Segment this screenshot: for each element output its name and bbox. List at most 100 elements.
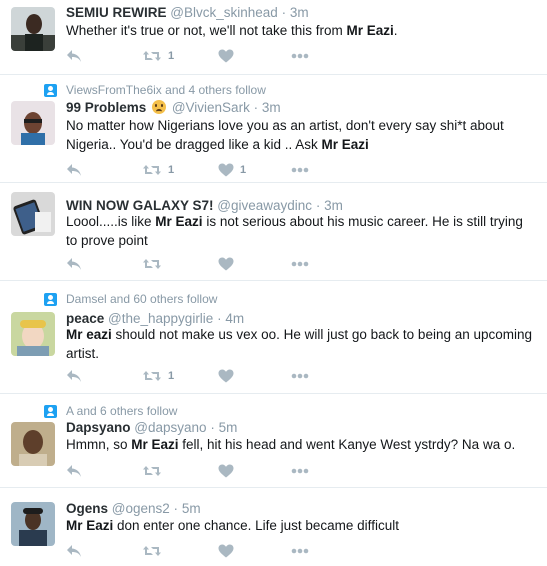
display-name[interactable]: Ogens <box>66 501 108 516</box>
separator-dot: · <box>315 198 321 213</box>
like-button[interactable] <box>218 368 240 384</box>
tweet-1[interactable]: SEMIU REWIRE @Blvck_skinhead · 3m Whethe… <box>0 0 547 75</box>
like-button[interactable] <box>218 48 240 64</box>
tweet-header: 99 Problems @VivienSark · 3m <box>66 100 281 115</box>
timestamp[interactable]: 5m <box>182 501 201 516</box>
tweet-2[interactable]: ViewsFromThe6ix and 4 others follow 99 P… <box>0 76 547 183</box>
tweet-6[interactable]: Ogens @ogens2 · 5m Mr Eazi don enter one… <box>0 489 547 566</box>
timestamp[interactable]: 3m <box>262 100 281 115</box>
display-name[interactable]: 99 Problems <box>66 100 146 115</box>
user-handle[interactable]: @Blvck_skinhead <box>170 5 278 20</box>
tweet-text-run: No matter how Nigerians love you as an a… <box>66 118 504 152</box>
separator-dot: · <box>173 501 179 516</box>
follow-context-text[interactable]: A and 6 others follow <box>66 404 177 418</box>
more-icon <box>291 167 309 173</box>
avatar[interactable] <box>11 312 55 356</box>
retweet-button[interactable] <box>142 256 168 272</box>
retweet-button[interactable]: 1 <box>142 162 174 178</box>
follow-context: Damsel and 60 others follow <box>44 292 217 306</box>
more-button[interactable] <box>291 463 309 479</box>
more-button[interactable] <box>291 48 309 64</box>
tweet-text-run: . <box>393 23 398 38</box>
more-icon <box>291 261 309 267</box>
user-handle[interactable]: @VivienSark <box>172 100 250 115</box>
tweet-header: SEMIU REWIRE @Blvck_skinhead · 3m <box>66 5 309 20</box>
tweet-text-run: Whether it's true or not, we'll not take… <box>66 23 347 38</box>
retweet-icon <box>142 369 162 383</box>
tweet-text-run: Hmmn, so <box>66 437 132 452</box>
separator-dot: · <box>210 420 215 435</box>
avatar[interactable] <box>11 422 55 466</box>
tweet-text: Mr Eazi don enter one chance. Life just … <box>66 516 536 535</box>
timestamp[interactable]: 4m <box>225 311 244 326</box>
avatar[interactable] <box>11 192 55 236</box>
tweet-3[interactable]: WIN NOW GALAXY S7! @giveawaydinc · 3m Lo… <box>0 184 547 281</box>
display-name[interactable]: peace <box>66 311 104 326</box>
tweet-text: Hmmn, so Mr Eazi fell, hit his head and … <box>66 435 536 454</box>
tweet-text-run: should not make us vex oo. He will just … <box>66 327 533 361</box>
retweet-icon <box>142 49 162 63</box>
more-button[interactable] <box>291 543 309 559</box>
more-button[interactable] <box>291 368 309 384</box>
highlighted-term: Mr Eazi <box>155 214 203 229</box>
retweet-count: 1 <box>168 164 175 176</box>
heart-icon <box>218 163 234 177</box>
highlighted-term: Mr Eazi <box>131 437 179 452</box>
like-button[interactable] <box>218 463 240 479</box>
follow-icon <box>44 83 57 97</box>
tweet-text-run: fell, hit his head and went Kanye West y… <box>178 437 516 452</box>
avatar[interactable] <box>11 502 55 546</box>
more-icon <box>291 548 309 554</box>
tweet-text-run: don enter one chance. Life just became d… <box>113 518 399 533</box>
display-name[interactable]: WIN NOW GALAXY S7! <box>66 198 214 213</box>
reply-button[interactable] <box>66 256 82 272</box>
like-button[interactable] <box>218 256 240 272</box>
avatar[interactable] <box>11 7 55 51</box>
heart-icon <box>218 544 234 558</box>
display-name[interactable]: Dapsyano <box>66 420 131 435</box>
tweet-text: Loool.....is like Mr Eazi is not serious… <box>66 212 536 250</box>
user-handle[interactable]: @the_happygirlie <box>108 311 213 326</box>
follow-context-text[interactable]: ViewsFromThe6ix and 4 others follow <box>66 83 266 97</box>
reply-icon <box>66 544 82 558</box>
follow-context-text[interactable]: Damsel and 60 others follow <box>66 292 217 306</box>
display-name[interactable]: SEMIU REWIRE <box>66 5 167 20</box>
retweet-button[interactable] <box>142 543 168 559</box>
reply-icon <box>66 464 82 478</box>
avatar[interactable] <box>11 101 55 145</box>
reply-button[interactable] <box>66 368 82 384</box>
user-handle[interactable]: @giveawaydinc <box>217 198 312 213</box>
reply-button[interactable] <box>66 48 82 64</box>
timestamp[interactable]: 3m <box>324 198 343 213</box>
reply-icon <box>66 257 82 271</box>
like-button[interactable]: 1 <box>218 162 246 178</box>
more-button[interactable] <box>291 162 309 178</box>
more-icon <box>291 53 309 59</box>
tweet-5[interactable]: A and 6 others follow Dapsyano @dapsyano… <box>0 395 547 488</box>
highlighted-term: Mr Eazi <box>321 137 369 152</box>
timestamp[interactable]: 3m <box>290 5 309 20</box>
reply-icon <box>66 49 82 63</box>
reply-button[interactable] <box>66 543 82 559</box>
retweet-icon <box>142 464 162 478</box>
timestamp[interactable]: 5m <box>219 420 238 435</box>
heart-icon <box>218 257 234 271</box>
more-button[interactable] <box>291 256 309 272</box>
reply-button[interactable] <box>66 463 82 479</box>
user-handle[interactable]: @ogens2 <box>112 501 170 516</box>
tweet-4[interactable]: Damsel and 60 others follow peace @the_h… <box>0 282 547 394</box>
tweet-header: Ogens @ogens2 · 5m <box>66 501 201 516</box>
follow-icon <box>44 292 57 306</box>
retweet-button[interactable]: 1 <box>142 48 174 64</box>
retweet-icon <box>142 257 162 271</box>
like-button[interactable] <box>218 543 240 559</box>
retweet-button[interactable]: 1 <box>142 368 174 384</box>
user-handle[interactable]: @dapsyano <box>134 420 206 435</box>
highlighted-term: Mr Eazi <box>346 23 394 38</box>
tweet-actions: 1 <box>66 48 326 64</box>
highlighted-term: Mr Eazi <box>66 518 114 533</box>
tweet-text: No matter how Nigerians love you as an a… <box>66 116 536 154</box>
retweet-button[interactable] <box>142 463 168 479</box>
reply-button[interactable] <box>66 162 82 178</box>
tweet-text-run: Loool.....is like <box>66 214 156 229</box>
